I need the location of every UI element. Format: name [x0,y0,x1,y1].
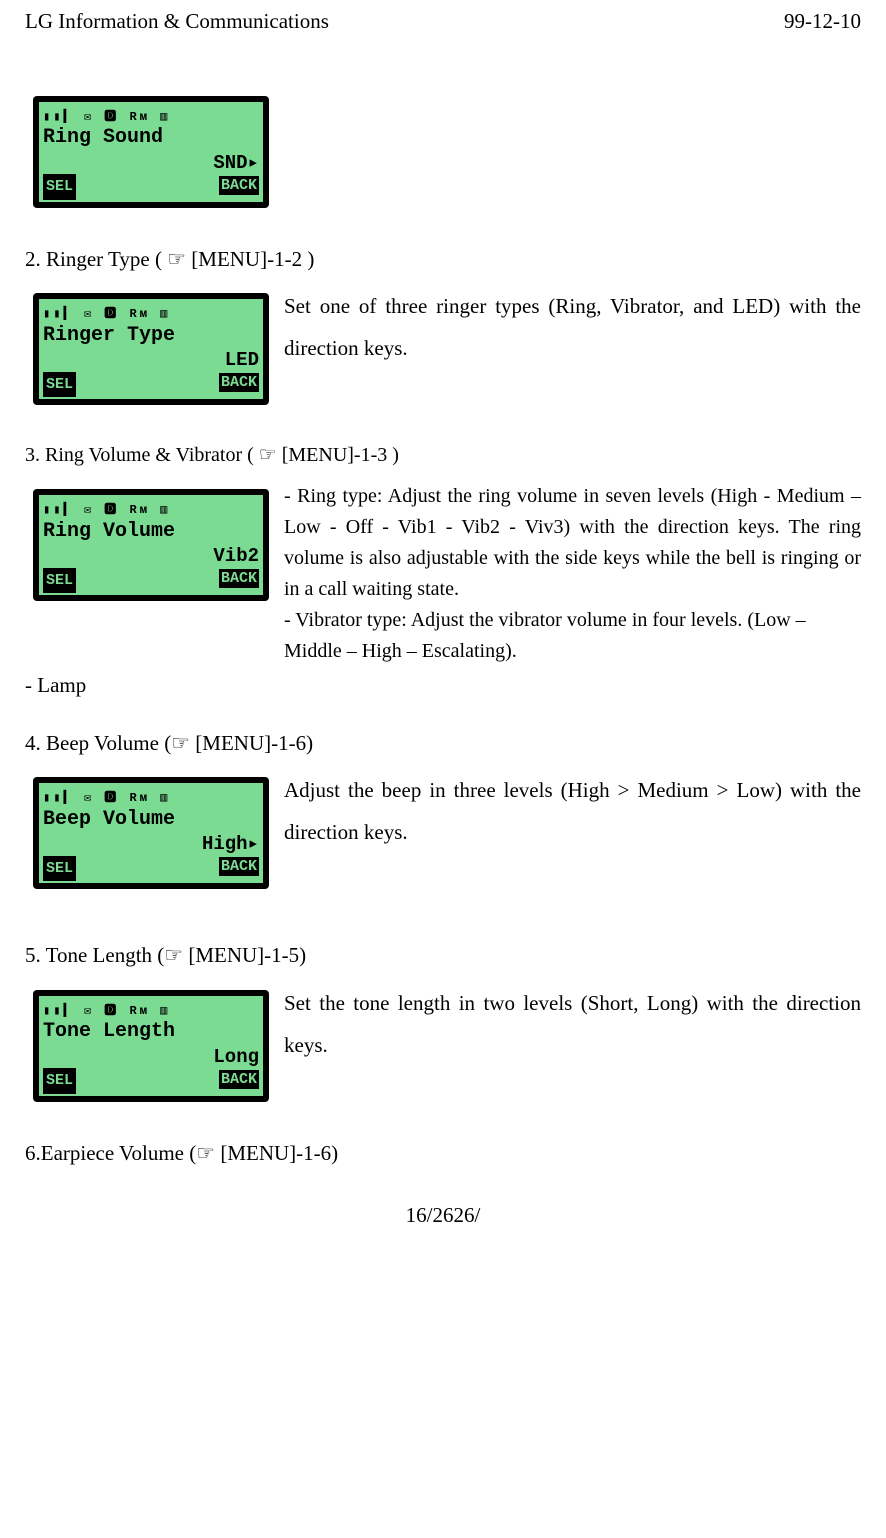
back-button: BACK [219,857,259,876]
status-bar: ▮▮▍ ✉ 🅳 Rᴍ ▥ [43,789,259,808]
ringer-type-text: Set one of three ringer types (Ring, Vib… [284,285,861,369]
tone-length-text: Set the tone length in two levels (Short… [284,982,861,1066]
lcd-value: LED [219,352,259,369]
page-header: LG Information & Communications 99-12-10 [25,0,861,88]
status-bar: ▮▮▍ ✉ 🅳 Rᴍ ▥ [43,1002,259,1021]
lcd-value: High▸ [202,836,259,853]
back-button: BACK [219,373,259,392]
ring-volume-text1: - Ring type: Adjust the ring volume in s… [284,481,861,605]
page-footer: 16/2626/ [25,1199,861,1232]
back-button: BACK [219,569,259,588]
lcd-title: Tone Length [43,1022,259,1042]
ringer-type-heading: 2. Ringer Type ( ☞ [MENU]-1-2 ) [25,243,861,276]
header-left: LG Information & Communications [25,5,329,38]
lcd-tone-length: ▮▮▍ ✉ 🅳 Rᴍ ▥ Tone Length SEL Long BACK [33,990,269,1102]
lcd-title: Ring Volume [43,522,259,542]
sel-button: SEL [43,174,76,199]
header-right: 99-12-10 [784,5,861,38]
sel-button: SEL [43,856,76,881]
lamp-text: - Lamp [25,669,861,702]
lcd-title: Beep Volume [43,810,259,830]
lcd-title: Ringer Type [43,326,259,346]
lcd-title: Ring Sound [43,128,259,148]
beep-volume-text: Adjust the beep in three levels (High > … [284,769,861,853]
lcd-value: SND▸ [213,155,259,172]
sel-button: SEL [43,1068,76,1093]
earpiece-volume-heading: 6.Earpiece Volume (☞ [MENU]-1-6) [25,1137,861,1170]
status-bar: ▮▮▍ ✉ 🅳 Rᴍ ▥ [43,108,259,127]
ring-volume-heading: 3. Ring Volume & Vibrator ( ☞ [MENU]-1-3… [25,440,861,471]
lcd-ringer-type: ▮▮▍ ✉ 🅳 Rᴍ ▥ Ringer Type SEL LED BACK [33,293,269,405]
beep-volume-heading: 4. Beep Volume (☞ [MENU]-1-6) [25,727,861,760]
lcd-ring-sound: ▮▮▍ ✉ 🅳 Rᴍ ▥ Ring Sound SEL SND▸ BACK [33,96,269,208]
lcd-value: Vib2 [213,548,259,565]
ring-volume-text2: - Vibrator type: Adjust the vibrator vol… [284,605,861,667]
sel-button: SEL [43,568,76,593]
sel-button: SEL [43,372,76,397]
tone-length-heading: 5. Tone Length (☞ [MENU]-1-5) [25,939,861,972]
status-bar: ▮▮▍ ✉ 🅳 Rᴍ ▥ [43,501,259,520]
status-bar: ▮▮▍ ✉ 🅳 Rᴍ ▥ [43,305,259,324]
lcd-value: Long [213,1049,259,1066]
back-button: BACK [219,1070,259,1089]
back-button: BACK [219,176,259,195]
lcd-beep-volume: ▮▮▍ ✉ 🅳 Rᴍ ▥ Beep Volume SEL High▸ BACK [33,777,269,889]
lcd-ring-volume: ▮▮▍ ✉ 🅳 Rᴍ ▥ Ring Volume SEL Vib2 BACK [33,489,269,601]
